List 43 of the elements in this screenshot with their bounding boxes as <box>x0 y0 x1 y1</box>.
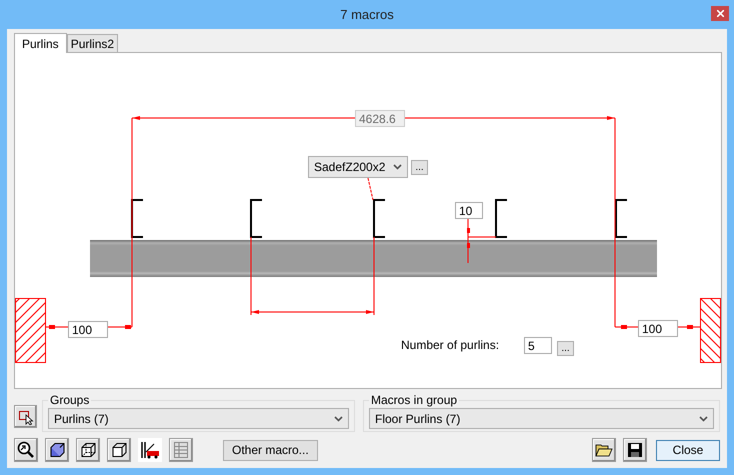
purlin-profile <box>131 199 143 238</box>
toolbar-button[interactable] <box>107 438 131 462</box>
beam-load-icon <box>140 441 160 459</box>
leader-line <box>368 178 374 200</box>
window-title: 7 macros <box>340 7 394 22</box>
chevron-icon <box>393 164 402 170</box>
gap-field[interactable]: 10 <box>455 202 483 219</box>
cube-icon <box>80 442 96 458</box>
select-cursor-icon <box>18 408 34 424</box>
purlin-profile <box>373 199 385 238</box>
chevron-icon <box>334 416 343 422</box>
table-icon <box>174 442 188 458</box>
close-button[interactable] <box>711 6 729 21</box>
chevron-icon <box>699 416 708 422</box>
toolbar-button[interactable] <box>14 438 38 462</box>
count-label: Number of purlins: <box>401 338 500 352</box>
tab[interactable]: Purlins2 <box>66 34 118 52</box>
cube-icon <box>111 442 127 458</box>
toolbar-button[interactable] <box>76 438 100 462</box>
cube-icon <box>49 442 65 458</box>
macros-label: Macros in group <box>370 393 458 407</box>
tab[interactable]: Purlins <box>14 33 67 53</box>
browse-button[interactable]: ... <box>557 341 574 356</box>
zoom-icon <box>17 441 35 459</box>
macros-dropdown[interactable]: Floor Purlins (7) <box>369 408 714 429</box>
open-button[interactable] <box>592 438 616 462</box>
count-field[interactable]: 5 <box>524 337 552 354</box>
other-macro-button[interactable]: Other macro... <box>223 440 318 460</box>
toolbar-button[interactable] <box>45 438 69 462</box>
close-button[interactable]: Close <box>656 440 720 460</box>
select-tool-button[interactable] <box>14 405 37 428</box>
browse-button[interactable]: ... <box>411 160 428 175</box>
folder-icon <box>595 442 613 458</box>
save-button[interactable] <box>623 438 647 462</box>
offset-field[interactable]: 100 <box>638 320 678 337</box>
purlin-profile <box>250 199 262 238</box>
groups-dropdown[interactable]: Purlins (7) <box>48 408 349 429</box>
offset-field[interactable]: 100 <box>68 321 108 338</box>
profile-dropdown[interactable]: SadefZ200x2 <box>308 156 408 178</box>
purlin-profile <box>615 199 627 238</box>
groups-label: Groups <box>49 393 90 407</box>
close-icon <box>716 10 724 17</box>
purlin-profile <box>495 199 507 238</box>
